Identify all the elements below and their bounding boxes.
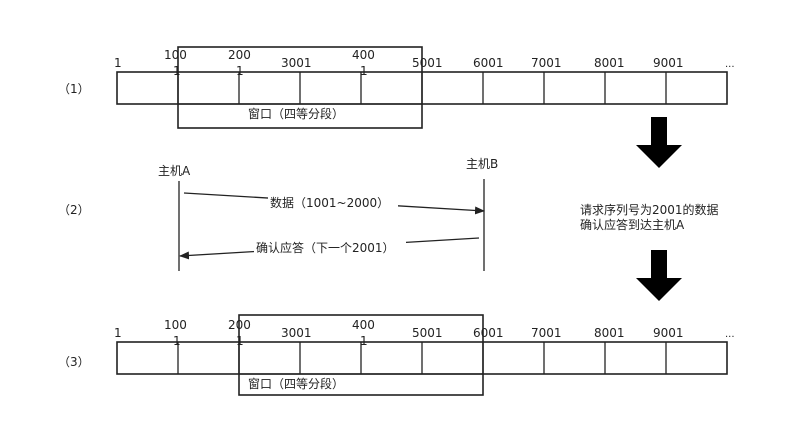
seq-label-9001: 9001 — [653, 326, 684, 340]
row-3-segment-bar — [116, 341, 728, 375]
seq-label-1001-top: 100 — [164, 48, 187, 62]
seq-label-5001: 5001 — [412, 56, 443, 70]
window-label: 窗口（四等分段） — [248, 106, 344, 121]
data-message-label: 数据（1001~2000） — [270, 195, 389, 210]
seq-label-1001-bottom: 1 — [173, 64, 181, 78]
seq-label-2001-bottom: 1 — [236, 64, 244, 78]
seq-label-4001-top: 400 — [352, 318, 375, 332]
seq-label-7001: 7001 — [531, 326, 562, 340]
note-line-1: 请求序列号为2001的数据 — [580, 202, 719, 217]
row-2-label: （2） — [58, 203, 90, 217]
seq-ellipsis: ... — [725, 59, 735, 70]
seq-label-1001-bottom: 1 — [173, 334, 181, 348]
seq-label-1: 1 — [114, 326, 122, 340]
seq-label-8001: 8001 — [594, 326, 625, 340]
seq-label-8001: 8001 — [594, 56, 625, 70]
seq-label-6001: 6001 — [473, 56, 504, 70]
seq-label-5001: 5001 — [412, 326, 443, 340]
sliding-window-diagram: （1） 1 100 1 200 1 3001 400 1 5001 6001 7… — [58, 46, 735, 396]
seq-label-3001: 3001 — [281, 326, 312, 340]
row-3: （3） 1 100 1 200 1 3001 400 1 5001 6001 7… — [58, 314, 735, 396]
row-3-sequence-labels: 1 100 1 200 1 3001 400 1 5001 6001 7001 … — [114, 318, 735, 348]
seq-label-2001-bottom: 1 — [236, 334, 244, 348]
row-1-sequence-labels: 1 100 1 200 1 3001 400 1 5001 6001 7001 … — [114, 48, 735, 78]
down-arrow-icon — [636, 117, 682, 168]
seq-label-1: 1 — [114, 56, 122, 70]
row-1-label: （1） — [58, 82, 90, 96]
note-line-2: 确认应答到达主机A — [580, 217, 685, 232]
seq-ellipsis: ... — [725, 329, 735, 340]
seq-label-2001-top: 200 — [228, 48, 251, 62]
seq-label-3001: 3001 — [281, 56, 312, 70]
window-label: 窗口（四等分段） — [248, 376, 344, 391]
seq-label-7001: 7001 — [531, 56, 562, 70]
row-3-label: （3） — [58, 355, 90, 369]
row-2: （2） 主机A 主机B 数据（1001~2000） 确认应答（下一个2001） … — [58, 157, 719, 271]
seq-label-4001-top: 400 — [352, 48, 375, 62]
host-b-label: 主机B — [466, 157, 498, 171]
seq-label-1001-top: 100 — [164, 318, 187, 332]
ack-message-label: 确认应答（下一个2001） — [256, 240, 395, 255]
row-1: （1） 1 100 1 200 1 3001 400 1 5001 6001 7… — [58, 46, 735, 129]
host-a-label: 主机A — [158, 164, 191, 178]
seq-label-6001: 6001 — [473, 326, 504, 340]
down-arrow-icon — [636, 250, 682, 301]
seq-label-9001: 9001 — [653, 56, 684, 70]
